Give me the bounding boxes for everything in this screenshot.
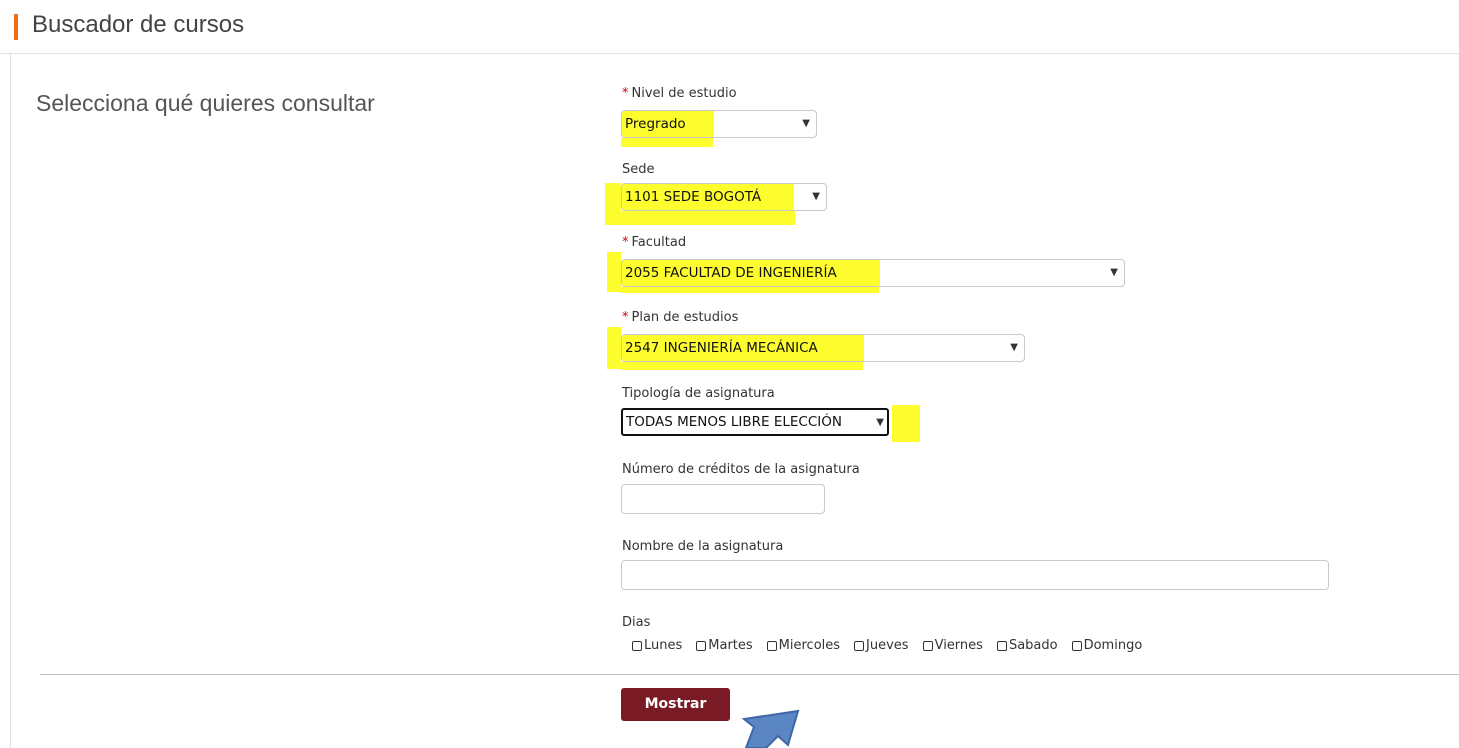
header-accent-bar [14, 14, 18, 40]
highlight-mark [607, 252, 621, 292]
page-header: Buscador de cursos [0, 0, 1459, 54]
creditos-label: Número de créditos de la asignatura [622, 462, 860, 477]
sede-select-value: 1101 SEDE BOGOTÁ [625, 189, 762, 205]
day-option-viernes[interactable]: Viernes [922, 638, 983, 653]
header-divider [0, 53, 1459, 54]
day-option-jueves[interactable]: Jueves [854, 638, 909, 653]
chevron-down-icon: ▼ [812, 191, 820, 202]
day-option-domingo[interactable]: Domingo [1071, 638, 1143, 653]
dias-label: Dias [622, 615, 651, 630]
highlight-mark [607, 327, 621, 369]
required-mark: * [622, 86, 629, 101]
plan-select[interactable]: 2547 INGENIERÍA MECÁNICA ▼ [621, 334, 1025, 362]
day-label: Domingo [1083, 638, 1143, 653]
day-label: Jueves [866, 638, 909, 653]
tipologia-label: Tipología de asignatura [622, 386, 775, 401]
plan-label: * Plan de estudios [622, 310, 738, 325]
highlight-mark [621, 138, 713, 147]
up-left-arrow-icon [741, 709, 800, 748]
nivel-select[interactable]: Pregrado ▼ [621, 110, 817, 138]
mostrar-button[interactable]: Mostrar [621, 688, 730, 721]
day-option-martes[interactable]: Martes [696, 638, 753, 653]
highlight-mark [621, 362, 863, 370]
nivel-label-text: Nivel de estudio [631, 86, 737, 101]
checkbox[interactable] [696, 640, 707, 651]
nombre-input[interactable] [621, 560, 1329, 590]
sede-select[interactable]: 1101 SEDE BOGOTÁ ▼ [621, 183, 827, 211]
highlight-mark [621, 211, 795, 225]
day-label: Lunes [644, 638, 683, 653]
tipologia-select-value: TODAS MENOS LIBRE ELECCIÓN [626, 414, 842, 430]
tipologia-select[interactable]: TODAS MENOS LIBRE ELECCIÓN ▼ [621, 408, 889, 436]
chevron-down-icon: ▼ [1010, 342, 1018, 353]
day-label: Miercoles [778, 638, 841, 653]
highlight-mark [892, 405, 920, 442]
nivel-select-value: Pregrado [625, 116, 686, 132]
facultad-label-text: Facultad [631, 235, 687, 250]
checkbox[interactable] [922, 640, 933, 651]
plan-label-text: Plan de estudios [631, 310, 739, 325]
day-label: Sabado [1008, 638, 1058, 653]
facultad-select-value: 2055 FACULTAD DE INGENIERÍA [625, 265, 837, 281]
form-divider [40, 674, 1459, 675]
creditos-input[interactable] [621, 484, 825, 514]
day-option-sabado[interactable]: Sabado [996, 638, 1058, 653]
checkbox[interactable] [854, 640, 865, 651]
dias-checkbox-group: Lunes Martes Miercoles Jueves Viernes Sa… [632, 638, 1142, 653]
day-label: Viernes [934, 638, 983, 653]
checkbox[interactable] [1071, 640, 1082, 651]
nombre-label: Nombre de la asignatura [622, 539, 784, 554]
chevron-down-icon: ▼ [802, 118, 810, 129]
section-title: Selecciona qué quieres consultar [36, 90, 375, 116]
chevron-down-icon: ▼ [1110, 267, 1118, 278]
checkbox[interactable] [766, 640, 777, 651]
sede-label: Sede [622, 162, 655, 177]
day-option-lunes[interactable]: Lunes [632, 638, 682, 653]
checkbox[interactable] [632, 640, 642, 651]
plan-select-value: 2547 INGENIERÍA MECÁNICA [625, 340, 818, 356]
highlight-mark [605, 183, 621, 225]
facultad-label: * Facultad [622, 235, 686, 250]
panel-border [10, 54, 11, 748]
page-title: Buscador de cursos [32, 11, 245, 38]
required-mark: * [622, 310, 629, 325]
highlight-mark [621, 287, 879, 293]
day-option-miercoles[interactable]: Miercoles [766, 638, 841, 653]
facultad-select[interactable]: 2055 FACULTAD DE INGENIERÍA ▼ [621, 259, 1125, 287]
day-label: Martes [708, 638, 753, 653]
chevron-down-icon: ▼ [876, 417, 884, 428]
checkbox[interactable] [996, 640, 1007, 651]
required-mark: * [622, 235, 629, 250]
nivel-label: * Nivel de estudio [622, 86, 737, 101]
